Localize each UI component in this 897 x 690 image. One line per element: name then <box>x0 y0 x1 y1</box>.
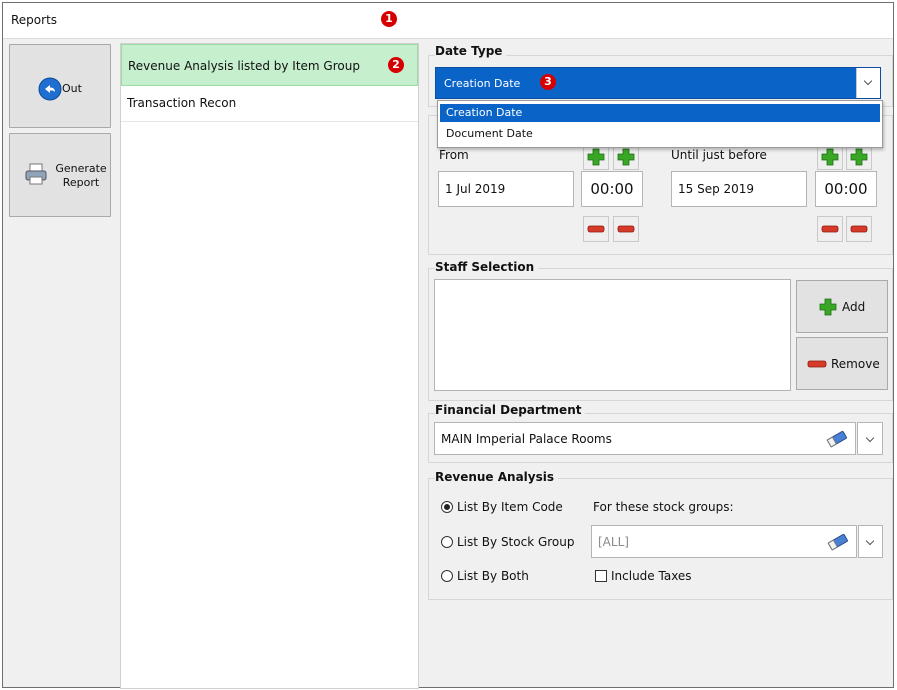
financial-department-combobox[interactable]: MAIN Imperial Palace Rooms <box>434 422 856 455</box>
report-list-item-revenue-analysis[interactable]: Revenue Analysis listed by Item Group 2 <box>121 44 418 86</box>
annotation-marker-2: 2 <box>388 57 404 73</box>
chevron-down-icon <box>865 433 875 443</box>
radio-icon <box>441 501 453 513</box>
out-button-label: Out <box>62 82 82 95</box>
back-arrow-icon <box>38 77 62 101</box>
add-staff-button[interactable]: Add <box>796 280 888 333</box>
radio-icon <box>441 570 453 582</box>
minus-icon <box>807 360 827 368</box>
stock-groups-value: [ALL] <box>598 535 629 549</box>
until-minute-minus-button[interactable] <box>846 216 872 242</box>
stock-groups-dropdown-arrow[interactable] <box>858 525 883 558</box>
staff-selection-title: Staff Selection <box>435 260 539 274</box>
date-type-combobox[interactable]: Creation Date 3 <box>435 67 881 99</box>
until-date-field[interactable]: 15 Sep 2019 <box>671 171 807 207</box>
radio-list-by-item-code[interactable]: List By Item Code <box>441 500 581 516</box>
eraser-icon[interactable] <box>826 533 850 551</box>
checkbox-icon <box>595 570 607 582</box>
remove-staff-label: Remove <box>831 357 880 371</box>
date-type-dropdown-list: Creation Date Document Date <box>437 100 883 148</box>
window-title: Reports <box>11 13 58 27</box>
date-type-selected-value: Creation Date <box>444 77 521 90</box>
until-hour-minus-button[interactable] <box>817 216 843 242</box>
out-button[interactable]: Out <box>9 44 111 128</box>
radio-list-by-both[interactable]: List By Both <box>441 569 561 585</box>
from-date-field[interactable]: 1 Jul 2019 <box>438 171 574 207</box>
plus-icon <box>821 148 839 166</box>
from-label: From <box>439 148 469 162</box>
generate-report-button[interactable]: Generate Report <box>9 133 111 217</box>
printer-icon <box>25 163 47 185</box>
date-type-title: Date Type <box>435 44 507 58</box>
minus-icon <box>850 225 868 233</box>
plus-icon <box>819 298 837 316</box>
chevron-down-icon <box>863 76 873 86</box>
eraser-icon[interactable] <box>825 430 849 448</box>
include-taxes-checkbox[interactable]: Include Taxes <box>595 569 715 585</box>
date-type-dropdown-arrow[interactable] <box>856 68 880 98</box>
stock-groups-label: For these stock groups: <box>593 500 734 514</box>
date-type-option-creation-date[interactable]: Creation Date <box>440 104 880 122</box>
radio-icon <box>441 536 453 548</box>
generate-report-label-line1: Generate <box>55 162 107 175</box>
list-separator <box>121 121 418 122</box>
from-minute-minus-button[interactable] <box>613 216 639 242</box>
report-list-item-label: Revenue Analysis listed by Item Group <box>128 59 360 73</box>
financial-department-value: MAIN Imperial Palace Rooms <box>441 432 612 446</box>
annotation-marker-3: 3 <box>540 74 556 90</box>
annotation-marker-1: 1 <box>381 11 397 27</box>
financial-department-dropdown-arrow[interactable] <box>857 422 883 455</box>
plus-icon <box>850 148 868 166</box>
plus-icon <box>617 148 635 166</box>
radio-label: List By Both <box>457 569 529 583</box>
reports-window: Reports 1 Out Generate Report Revenue An… <box>2 2 894 689</box>
minus-icon <box>617 225 635 233</box>
plus-icon <box>587 148 605 166</box>
radio-list-by-stock-group[interactable]: List By Stock Group <box>441 535 586 551</box>
chevron-down-icon <box>865 536 875 546</box>
until-time-field[interactable]: 00:00 <box>815 171 877 207</box>
report-list-item-label: Transaction Recon <box>127 96 237 110</box>
from-time-field[interactable]: 00:00 <box>581 171 643 207</box>
remove-staff-button[interactable]: Remove <box>796 337 888 390</box>
include-taxes-label: Include Taxes <box>611 569 692 583</box>
radio-label: List By Stock Group <box>457 535 575 549</box>
financial-department-title: Financial Department <box>435 403 586 417</box>
generate-report-label-line2: Report <box>62 176 100 189</box>
minus-icon <box>587 225 605 233</box>
date-type-option-document-date[interactable]: Document Date <box>440 125 880 143</box>
staff-selection-list[interactable] <box>434 279 791 391</box>
title-bar: Reports 1 <box>3 3 893 39</box>
stock-groups-combobox[interactable]: [ALL] <box>591 525 857 558</box>
report-list: Revenue Analysis listed by Item Group 2 … <box>120 43 419 689</box>
add-staff-label: Add <box>842 300 866 314</box>
report-list-item-transaction-recon[interactable]: Transaction Recon <box>121 86 418 120</box>
minus-icon <box>821 225 839 233</box>
from-hour-minus-button[interactable] <box>583 216 609 242</box>
until-label: Until just before <box>671 148 767 162</box>
radio-label: List By Item Code <box>457 500 563 514</box>
revenue-analysis-title: Revenue Analysis <box>435 470 559 484</box>
